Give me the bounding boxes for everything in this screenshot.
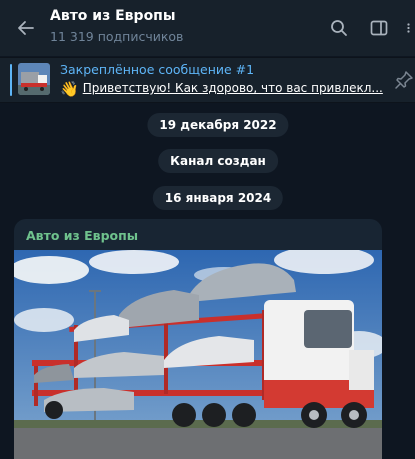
pin-button[interactable] bbox=[393, 69, 415, 91]
message-author[interactable]: Авто из Европы bbox=[26, 228, 138, 243]
channel-created-notice: Канал создан bbox=[158, 149, 278, 173]
pinned-thumbnail bbox=[18, 63, 50, 95]
message-bubble[interactable]: Авто из Европы bbox=[14, 219, 382, 459]
subscriber-count: 11 319 подписчиков bbox=[50, 29, 184, 44]
sidebar-icon bbox=[370, 20, 388, 36]
more-icon bbox=[407, 23, 410, 33]
pinned-title: Закреплённое сообщение #1 bbox=[60, 62, 255, 77]
search-icon bbox=[331, 20, 347, 36]
pinned-preview-text: Приветствую! Как здорово, что вас привле… bbox=[82, 81, 383, 95]
arrow-left-icon bbox=[18, 21, 34, 35]
search-button[interactable] bbox=[325, 14, 353, 42]
date-badge: 19 декабря 2022 bbox=[147, 113, 289, 137]
channel-title[interactable]: Авто из Европы bbox=[50, 8, 176, 24]
pin-icon bbox=[395, 71, 413, 89]
message-photo[interactable] bbox=[14, 246, 382, 459]
wave-emoji: 👋 bbox=[60, 80, 79, 98]
pinned-indicator bbox=[10, 64, 12, 96]
date-badge: 16 января 2024 bbox=[152, 186, 284, 210]
pinned-preview: 👋 Приветствую! Как здорово, что вас привл… bbox=[60, 80, 385, 98]
more-button[interactable] bbox=[405, 14, 415, 42]
chat-header: Авто из Европы 11 319 подписчиков bbox=[0, 0, 415, 56]
back-button[interactable] bbox=[12, 14, 40, 42]
pinned-message-bar[interactable]: Закреплённое сообщение #1 👋 Приветствую! … bbox=[0, 57, 415, 103]
sidebar-toggle-button[interactable] bbox=[365, 14, 393, 42]
